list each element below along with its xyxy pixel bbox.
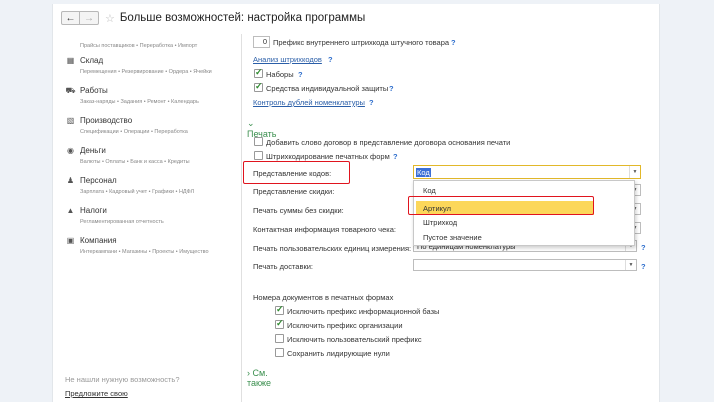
exclude-ib-prefix-checkbox[interactable] <box>275 304 284 315</box>
building-icon: ▣ <box>66 236 75 245</box>
leading-zeros-label: Сохранить лидирующие нули <box>287 349 390 358</box>
factory-icon: ▧ <box>66 116 75 125</box>
truck-icon: ⛟ <box>65 85 76 95</box>
codes-repr-select[interactable]: Код ▼ <box>413 165 641 179</box>
receipt-contact-label: Контактная информация товарного чека: <box>253 225 396 234</box>
ppe-checkbox[interactable] <box>254 81 263 92</box>
help-icon[interactable]: ? <box>369 98 374 107</box>
sidebar-item-money[interactable]: ◉ Деньги Валюты • Оплаты • Банк и касса •… <box>65 145 190 165</box>
suggest-feature-link[interactable]: Предложите свою <box>65 389 128 398</box>
exclude-ib-prefix-label: Исключить префикс информационной базы <box>287 307 440 316</box>
annotation-frame-codes-label <box>243 161 350 184</box>
codes-repr-value: Код <box>416 168 431 177</box>
help-question: Не нашли нужную возможность? <box>65 375 180 384</box>
help-icon[interactable]: ? <box>451 38 456 47</box>
sidebar-item-label: Персонал <box>80 176 117 185</box>
leading-zeros-checkbox[interactable] <box>275 348 284 357</box>
sidebar: Прайсы поставщиков • Переработка • Импор… <box>53 34 235 402</box>
sidebar-divider <box>241 34 242 402</box>
back-button[interactable]: ← <box>61 11 80 25</box>
sidebar-item-sub: Заказ-наряды • Задания • Ремонт • Календ… <box>80 99 199 105</box>
delivery-label: Печать доставки: <box>253 262 314 271</box>
kits-label: Наборы <box>266 70 294 79</box>
chevron-down-icon: ⌄ <box>247 118 255 128</box>
print-section-toggle[interactable]: ⌄ Печать <box>247 118 276 139</box>
help-icon[interactable]: ? <box>298 70 303 79</box>
add-contract-label: Добавить слово договор в представление д… <box>266 138 511 147</box>
sidebar-item-label: Компания <box>80 236 117 245</box>
taxes-icon: ▲ <box>66 206 75 215</box>
sidebar-item-company[interactable]: ▣ Компания Интеркампани • Магазины • Прое… <box>65 235 209 255</box>
discount-repr-label: Представление скидки: <box>253 187 335 196</box>
page-title: Больше возможностей: настройка программы <box>119 12 366 24</box>
sidebar-top-sub[interactable]: Прайсы поставщиков • Переработка • Импор… <box>80 43 197 49</box>
sum-no-discount-label: Печать суммы без скидки: <box>253 206 344 215</box>
arrow-right-icon: → <box>84 12 94 24</box>
sidebar-item-production[interactable]: ▧ Производство Спецификации • Операции • … <box>65 115 188 135</box>
sidebar-item-sub: Спецификации • Операции • Переработка <box>80 129 188 135</box>
warehouse-icon: ▦ <box>66 56 75 65</box>
chevron-down-icon[interactable]: ▼ <box>629 166 640 178</box>
help-icon[interactable]: ? <box>641 262 646 271</box>
dropdown-option-barcode[interactable]: Штрихкод <box>423 218 457 227</box>
delivery-select[interactable]: ▼ <box>413 259 637 271</box>
help-icon[interactable]: ? <box>393 152 398 161</box>
prefix-input[interactable]: 0 <box>253 36 270 48</box>
help-icon[interactable]: ? <box>328 55 333 64</box>
dup-control-link[interactable]: Контроль дублей номенклатуры <box>253 98 365 107</box>
add-contract-checkbox[interactable] <box>254 137 263 146</box>
exclude-user-prefix-checkbox[interactable] <box>275 334 284 343</box>
sidebar-item-label: Производство <box>80 116 133 125</box>
forward-button[interactable]: → <box>80 11 99 25</box>
chevron-right-icon: › <box>247 368 250 378</box>
barcode-analysis-link[interactable]: Анализ штрихкодов <box>253 55 322 64</box>
chevron-down-icon[interactable]: ▼ <box>625 260 636 270</box>
favorite-star-icon[interactable]: ☆ <box>105 12 115 25</box>
money-icon: ◉ <box>67 146 74 155</box>
arrow-left-icon: ← <box>65 12 76 24</box>
barcode-print-label: Штрихкодирование печатных форм <box>266 152 390 161</box>
see-also-title: См. также <box>247 368 271 388</box>
barcode-print-checkbox[interactable] <box>254 151 263 160</box>
sidebar-item-sub: Интеркампани • Магазины • Проекты • Имущ… <box>80 249 209 255</box>
dropdown-option-code[interactable]: Код <box>423 186 436 195</box>
sidebar-item-label: Налоги <box>80 206 107 215</box>
sidebar-item-sub: Зарплата • Кадровый учет • Графики • НДФ… <box>80 189 195 195</box>
sidebar-item-label: Склад <box>80 56 104 65</box>
ppe-label: Средства индивидуальной защиты <box>266 84 389 93</box>
doc-numbers-title: Номера документов в печатных формах <box>253 293 394 302</box>
sidebar-item-warehouse[interactable]: ▦ Склад Перемещения • Резервирование • Ор… <box>65 55 212 75</box>
sidebar-item-sub: Регламентированная отчетность <box>80 219 164 225</box>
kits-checkbox[interactable] <box>254 67 263 78</box>
exclude-org-prefix-checkbox[interactable] <box>275 318 284 329</box>
sidebar-item-label: Деньги <box>80 146 106 155</box>
title-bar: ← → ☆ Больше возможностей: настройка про… <box>53 4 659 32</box>
exclude-user-prefix-label: Исключить пользовательский префикс <box>287 335 422 344</box>
user-units-label: Печать пользовательских единиц измерения… <box>253 244 412 253</box>
help-icon[interactable]: ? <box>389 84 394 93</box>
prefix-label: Префикс внутреннего штрихкода штучного т… <box>273 38 450 47</box>
sidebar-item-taxes[interactable]: ▲ Налоги Регламентированная отчетность <box>65 205 164 225</box>
sidebar-item-personnel[interactable]: ♟ Персонал Зарплата • Кадровый учет • Гра… <box>65 175 194 195</box>
sidebar-item-sub: Перемещения • Резервирование • Ордера • … <box>80 69 212 75</box>
sidebar-item-label: Работы <box>80 86 108 95</box>
dropdown-option-empty[interactable]: Пустое значение <box>423 233 482 242</box>
sidebar-item-works[interactable]: ⛟ Работы Заказ-наряды • Задания • Ремонт … <box>65 85 199 106</box>
see-also-toggle[interactable]: › См. также <box>247 368 271 388</box>
person-icon: ♟ <box>66 176 75 185</box>
sidebar-item-sub: Валюты • Оплаты • Банк и касса • Кредиты <box>80 159 190 165</box>
annotation-frame-article-option <box>408 196 594 215</box>
exclude-org-prefix-label: Исключить префикс организации <box>287 321 403 330</box>
help-icon[interactable]: ? <box>641 243 646 252</box>
